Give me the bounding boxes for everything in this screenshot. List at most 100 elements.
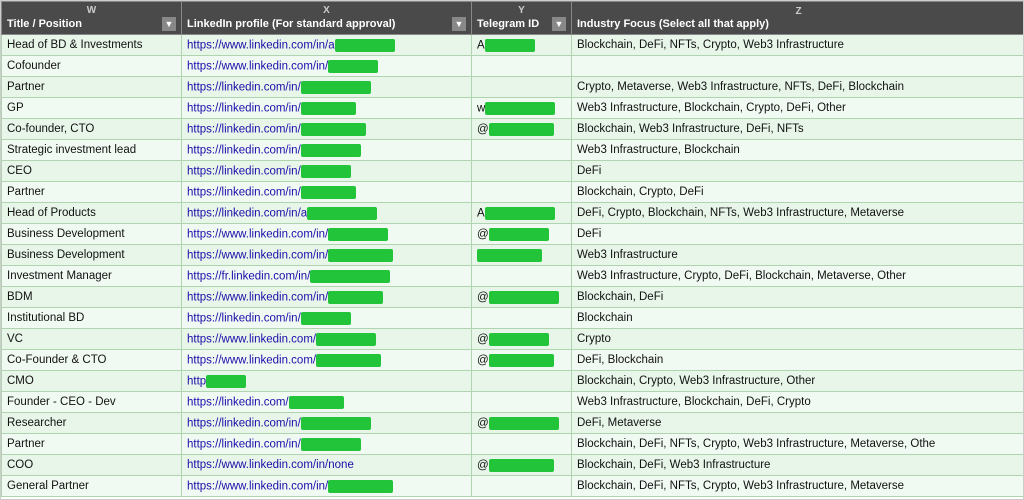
cell-linkedin[interactable]: https://www.linkedin.com/in/ (182, 287, 472, 308)
cell-title[interactable]: Partner (2, 434, 182, 455)
col-y-dropdown[interactable]: ▼ (552, 17, 566, 31)
cell-industry[interactable]: Blockchain, DeFi, Web3 Infrastructure (572, 455, 1024, 476)
cell-title[interactable]: CMO (2, 371, 182, 392)
cell-linkedin[interactable]: https://www.linkedin.com/ (182, 329, 472, 350)
cell-linkedin[interactable]: https://linkedin.com/ (182, 392, 472, 413)
table-row: Partnerhttps://linkedin.com/in/Crypto, M… (2, 77, 1024, 98)
cell-telegram[interactable] (472, 308, 572, 329)
cell-industry[interactable]: DeFi, Crypto, Blockchain, NFTs, Web3 Inf… (572, 203, 1024, 224)
cell-industry[interactable]: Web3 Infrastructure, Blockchain, DeFi, C… (572, 392, 1024, 413)
cell-industry[interactable]: DeFi, Blockchain (572, 350, 1024, 371)
col-w-header[interactable]: W Title / Position ▼ (2, 2, 182, 35)
cell-linkedin[interactable]: https://www.linkedin.com/in/ (182, 476, 472, 497)
cell-telegram[interactable]: @ (472, 287, 572, 308)
cell-industry[interactable]: Crypto, Metaverse, Web3 Infrastructure, … (572, 77, 1024, 98)
cell-title[interactable]: Cofounder (2, 56, 182, 77)
cell-telegram[interactable] (472, 182, 572, 203)
cell-linkedin[interactable]: https://fr.linkedin.com/in/ (182, 266, 472, 287)
col-x-dropdown[interactable]: ▼ (452, 17, 466, 31)
cell-linkedin[interactable]: https://linkedin.com/in/a (182, 203, 472, 224)
cell-telegram[interactable] (472, 161, 572, 182)
cell-title[interactable]: Partner (2, 182, 182, 203)
cell-linkedin[interactable]: https://linkedin.com/in/ (182, 413, 472, 434)
cell-telegram[interactable]: @ (472, 224, 572, 245)
cell-title[interactable]: Head of BD & Investments (2, 35, 182, 56)
cell-industry[interactable] (572, 56, 1024, 77)
cell-telegram[interactable] (472, 392, 572, 413)
cell-telegram[interactable] (472, 371, 572, 392)
cell-title[interactable]: Business Development (2, 245, 182, 266)
cell-industry[interactable]: Blockchain, Web3 Infrastructure, DeFi, N… (572, 119, 1024, 140)
cell-telegram[interactable] (472, 77, 572, 98)
cell-linkedin[interactable]: https://www.linkedin.com/in/ (182, 224, 472, 245)
col-w-label: W (7, 5, 176, 16)
cell-industry[interactable]: Blockchain, Crypto, Web3 Infrastructure,… (572, 371, 1024, 392)
col-x-header[interactable]: X LinkedIn profile (For standard approva… (182, 2, 472, 35)
cell-linkedin[interactable]: https://linkedin.com/in/ (182, 98, 472, 119)
cell-linkedin[interactable]: https://www.linkedin.com/in/ (182, 245, 472, 266)
cell-linkedin[interactable]: https://linkedin.com/in/ (182, 182, 472, 203)
cell-linkedin[interactable]: https://www.linkedin.com/in/a (182, 35, 472, 56)
cell-industry[interactable]: Blockchain, DeFi (572, 287, 1024, 308)
cell-industry[interactable]: Crypto (572, 329, 1024, 350)
cell-title[interactable]: Founder - CEO - Dev (2, 392, 182, 413)
cell-industry[interactable]: Blockchain (572, 308, 1024, 329)
cell-industry[interactable]: DeFi, Metaverse (572, 413, 1024, 434)
table-row: Co-Founder & CTOhttps://www.linkedin.com… (2, 350, 1024, 371)
cell-title[interactable]: Co-Founder & CTO (2, 350, 182, 371)
cell-title[interactable]: Co-founder, CTO (2, 119, 182, 140)
cell-title[interactable]: COO (2, 455, 182, 476)
cell-title[interactable]: Institutional BD (2, 308, 182, 329)
cell-title[interactable]: VC (2, 329, 182, 350)
cell-telegram[interactable]: @ (472, 119, 572, 140)
cell-linkedin[interactable]: http (182, 371, 472, 392)
cell-title[interactable]: Partner (2, 77, 182, 98)
cell-telegram[interactable]: A (472, 203, 572, 224)
cell-industry[interactable]: Blockchain, Crypto, DeFi (572, 182, 1024, 203)
cell-title[interactable]: BDM (2, 287, 182, 308)
cell-linkedin[interactable]: https://linkedin.com/in/ (182, 434, 472, 455)
cell-industry[interactable]: DeFi (572, 161, 1024, 182)
cell-industry[interactable]: Blockchain, DeFi, NFTs, Crypto, Web3 Inf… (572, 434, 1024, 455)
cell-telegram[interactable] (472, 476, 572, 497)
cell-industry[interactable]: Web3 Infrastructure, Blockchain, Crypto,… (572, 98, 1024, 119)
cell-telegram[interactable]: @ (472, 350, 572, 371)
cell-industry[interactable]: Blockchain, DeFi, NFTs, Crypto, Web3 Inf… (572, 35, 1024, 56)
cell-industry[interactable]: Blockchain, DeFi, NFTs, Crypto, Web3 Inf… (572, 476, 1024, 497)
cell-title[interactable]: Head of Products (2, 203, 182, 224)
cell-linkedin[interactable]: https://linkedin.com/in/ (182, 119, 472, 140)
cell-telegram[interactable]: A (472, 35, 572, 56)
cell-telegram[interactable]: @ (472, 329, 572, 350)
cell-telegram[interactable]: w (472, 98, 572, 119)
cell-title[interactable]: CEO (2, 161, 182, 182)
cell-title[interactable]: Investment Manager (2, 266, 182, 287)
col-z-header[interactable]: Z Industry Focus (Select all that apply) (572, 2, 1024, 35)
cell-title[interactable]: GP (2, 98, 182, 119)
cell-telegram[interactable] (472, 140, 572, 161)
cell-industry[interactable]: Web3 Infrastructure, Crypto, DeFi, Block… (572, 266, 1024, 287)
col-y-label: Y (477, 5, 566, 16)
cell-telegram[interactable] (472, 434, 572, 455)
col-y-header[interactable]: Y Telegram ID ▼ (472, 2, 572, 35)
cell-linkedin[interactable]: https://linkedin.com/in/ (182, 77, 472, 98)
cell-title[interactable]: General Partner (2, 476, 182, 497)
col-w-dropdown[interactable]: ▼ (162, 17, 176, 31)
cell-linkedin[interactable]: https://linkedin.com/in/ (182, 140, 472, 161)
cell-industry[interactable]: Web3 Infrastructure, Blockchain (572, 140, 1024, 161)
cell-telegram[interactable] (472, 245, 572, 266)
cell-linkedin[interactable]: https://www.linkedin.com/in/ (182, 56, 472, 77)
cell-industry[interactable]: DeFi (572, 224, 1024, 245)
cell-telegram[interactable] (472, 266, 572, 287)
cell-telegram[interactable] (472, 56, 572, 77)
cell-title[interactable]: Strategic investment lead (2, 140, 182, 161)
cell-linkedin[interactable]: https://linkedin.com/in/ (182, 161, 472, 182)
cell-telegram[interactable]: @ (472, 413, 572, 434)
table-row: Business Developmenthttps://www.linkedin… (2, 245, 1024, 266)
cell-industry[interactable]: Web3 Infrastructure (572, 245, 1024, 266)
cell-telegram[interactable]: @ (472, 455, 572, 476)
cell-title[interactable]: Researcher (2, 413, 182, 434)
cell-title[interactable]: Business Development (2, 224, 182, 245)
cell-linkedin[interactable]: https://linkedin.com/in/ (182, 308, 472, 329)
cell-linkedin[interactable]: https://www.linkedin.com/in/none (182, 455, 472, 476)
cell-linkedin[interactable]: https://www.linkedin.com/ (182, 350, 472, 371)
